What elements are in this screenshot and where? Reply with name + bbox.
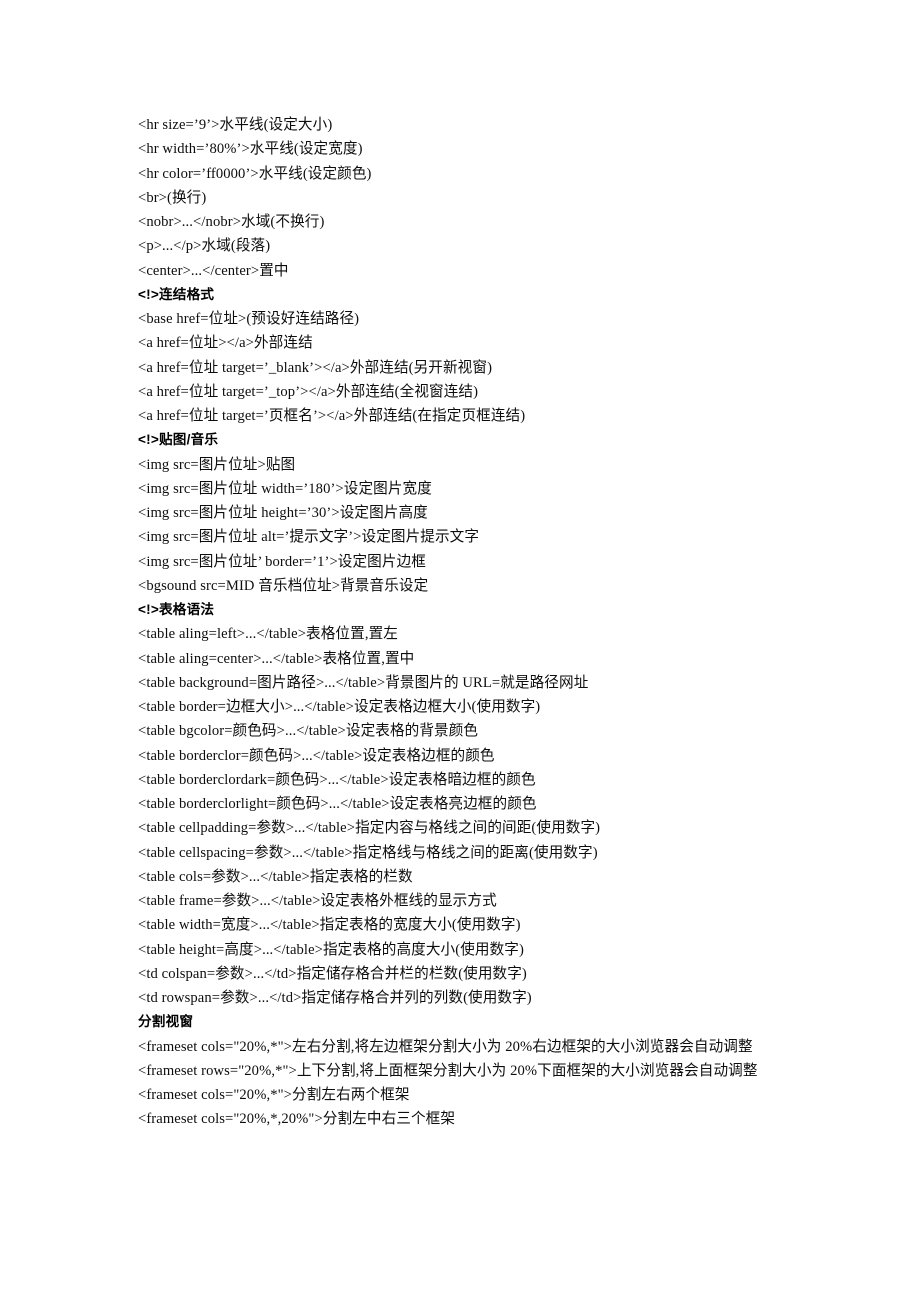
code-line: <hr width=’80%’>水平线(设定宽度) bbox=[138, 141, 363, 158]
code-line: <base href=位址>(预设好连结路径) bbox=[138, 311, 360, 327]
code-line: <img src=图片位址 width=’180’>设定图片宽度 bbox=[138, 480, 432, 497]
section-horizontal-rule-and-text-block: <hr size=’9’>水平线(设定大小) <hr width=’80%’>水… bbox=[138, 113, 790, 283]
code-line: <frameset cols="20%,*">分割左右两个框架 bbox=[138, 1087, 410, 1103]
code-line: <td colspan=参数>...</td>指定储存格合并栏的栏数(使用数字) bbox=[138, 965, 527, 982]
code-line: <table height=高度>...</table>指定表格的高度大小(使用… bbox=[138, 941, 524, 958]
code-line: <table cellpadding=参数>...</table>指定内容与格线… bbox=[138, 820, 601, 837]
code-line: <table borderclor=颜色码>...</table>设定表格边框的… bbox=[138, 747, 495, 764]
code-line: <hr color=’ff0000’>水平线(设定颜色) bbox=[138, 165, 372, 182]
section-heading-image-and-music: <!>贴图/音乐 bbox=[138, 432, 219, 448]
code-line: <table background=图片路径>...</table>背景图片的 … bbox=[138, 674, 589, 691]
code-line: <br>(换行) bbox=[138, 189, 207, 206]
code-line: <table borderclorlight=颜色码>...</table>设定… bbox=[138, 796, 537, 812]
code-line: <frameset cols="20%,*">左右分割,将左边框架分割大小为 2… bbox=[138, 1038, 753, 1055]
code-line: <table cols=参数>...</table>指定表格的栏数 bbox=[138, 868, 413, 885]
code-line: <img src=图片位址’ border=’1’>设定图片边框 bbox=[138, 553, 426, 570]
section-image-and-music: <!>贴图/音乐 <img src=图片位址>贴图 <img src=图片位址 … bbox=[138, 428, 790, 598]
code-line: <a href=位址 target=’_blank’></a>外部连结(另开新视… bbox=[138, 359, 493, 376]
code-line: <table cellspacing=参数>...</table>指定格线与格线… bbox=[138, 844, 598, 861]
document-page: <hr size=’9’>水平线(设定大小) <hr width=’80%’>水… bbox=[0, 0, 920, 1302]
section-link-format: <!>连结格式 <base href=位址>(预设好连结路径) <a href=… bbox=[138, 283, 790, 429]
code-line: <frameset rows="20%,*">上下分割,将上面框架分割大小为 2… bbox=[138, 1062, 758, 1079]
code-line: <table border=边框大小>...</table>设定表格边框大小(使… bbox=[138, 699, 541, 715]
code-line: <table frame=参数>...</table>设定表格外框线的显示方式 bbox=[138, 893, 497, 909]
section-table-syntax: <!>表格语法 <table aling=left>...</table>表格位… bbox=[138, 598, 790, 1010]
code-line: <bgsound src=MID 音乐档位址>背景音乐设定 bbox=[138, 577, 429, 594]
code-line: <frameset cols="20%,*,20%">分割左中右三个框架 bbox=[138, 1111, 456, 1128]
section-heading-frameset: 分割视窗 bbox=[138, 1014, 194, 1030]
code-line: <a href=位址 target=’页框名’></a>外部连结(在指定页框连结… bbox=[138, 408, 526, 424]
code-line: <img src=图片位址>贴图 bbox=[138, 456, 296, 473]
code-line: <center>...</center>置中 bbox=[138, 262, 289, 279]
code-line: <a href=位址></a>外部连结 bbox=[138, 335, 313, 352]
code-line: <nobr>...</nobr>水域(不换行) bbox=[138, 214, 325, 230]
section-heading-table-syntax: <!>表格语法 bbox=[138, 602, 215, 617]
code-line: <p>...</p>水域(段落) bbox=[138, 238, 271, 255]
section-heading-link-format: <!>连结格式 bbox=[138, 286, 215, 302]
code-line: <a href=位址 target=’_top’></a>外部连结(全视窗连结) bbox=[138, 383, 479, 400]
code-line: <td rowspan=参数>...</td>指定储存格合并列的列数(使用数字) bbox=[138, 990, 532, 1006]
document-body: <hr size=’9’>水平线(设定大小) <hr width=’80%’>水… bbox=[138, 113, 790, 1132]
code-line: <img src=图片位址 alt=’提示文字’>设定图片提示文字 bbox=[138, 529, 480, 546]
code-line: <hr size=’9’>水平线(设定大小) bbox=[138, 117, 333, 133]
code-line: <table width=宽度>...</table>指定表格的宽度大小(使用数… bbox=[138, 917, 521, 934]
code-line: <table bgcolor=颜色码>...</table>设定表格的背景颜色 bbox=[138, 723, 479, 740]
code-line: <table aling=center>...</table>表格位置,置中 bbox=[138, 650, 415, 667]
code-line: <table aling=left>...</table>表格位置,置左 bbox=[138, 626, 398, 643]
section-frameset: 分割视窗 <frameset cols="20%,*">左右分割,将左边框架分割… bbox=[138, 1010, 790, 1131]
code-line: <table borderclordark=颜色码>...</table>设定表… bbox=[138, 771, 536, 788]
code-line: <img src=图片位址 height=’30’>设定图片高度 bbox=[138, 505, 428, 521]
